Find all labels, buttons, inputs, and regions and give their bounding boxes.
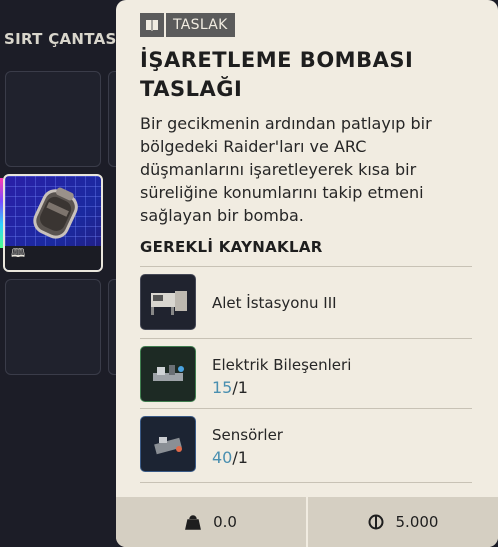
item-title: İŞARETLEME BOMBASI TASLAĞI xyxy=(140,48,414,101)
coin-icon xyxy=(368,514,384,530)
divider xyxy=(140,338,472,339)
inventory-slot-selected[interactable]: 🕮 xyxy=(3,174,103,272)
item-description: Bir gecikmenin ardından patlayıp bir böl… xyxy=(140,114,432,225)
divider xyxy=(140,408,472,409)
requirement-quantity: 15/1 xyxy=(212,378,248,397)
requirements-title: GEREKLİ KAYNAKLAR xyxy=(140,238,323,256)
inventory-slot[interactable] xyxy=(5,71,101,167)
item-tooltip: TASLAK İŞARETLEME BOMBASI TASLAĞI Bir ge… xyxy=(116,0,498,547)
sensors-icon xyxy=(140,416,196,472)
weight-icon xyxy=(185,515,201,530)
badge-label: TASLAK xyxy=(166,13,235,37)
blueprint-badge: TASLAK xyxy=(140,13,235,37)
weight-value: 0.0 xyxy=(213,513,237,531)
owned-quantity: 15 xyxy=(212,378,233,397)
blueprint-book-icon: 🕮 xyxy=(11,246,26,260)
requirement-quantity: 40/1 xyxy=(212,448,248,467)
requirement-row: Alet İstasyonu III xyxy=(140,272,472,332)
requirement-name: Elektrik Bileşenleri xyxy=(212,356,352,374)
electrical-components-icon xyxy=(140,346,196,402)
blueprint-book-icon xyxy=(140,13,164,37)
requirement-row: Elektrik Bileşenleri 15/1 xyxy=(140,344,472,404)
requirement-name: Sensörler xyxy=(212,426,283,444)
divider xyxy=(140,266,472,267)
tooltip-footer: 0.0 5.000 xyxy=(116,497,498,547)
requirement-name: Alet İstasyonu III xyxy=(212,294,337,312)
marker-grenade-icon xyxy=(33,187,78,239)
divider xyxy=(140,482,472,483)
requirement-row: Sensörler 40/1 xyxy=(140,414,472,474)
value-stat: 5.000 xyxy=(308,497,498,547)
required-quantity: /1 xyxy=(232,378,248,397)
value-amount: 5.000 xyxy=(395,513,439,531)
inventory-slot[interactable] xyxy=(5,279,101,375)
weight-stat: 0.0 xyxy=(116,497,306,547)
backpack-title: SIRT ÇANTASI xyxy=(4,30,123,48)
workbench-icon xyxy=(140,274,196,330)
required-quantity: /1 xyxy=(232,448,248,467)
owned-quantity: 40 xyxy=(212,448,233,467)
